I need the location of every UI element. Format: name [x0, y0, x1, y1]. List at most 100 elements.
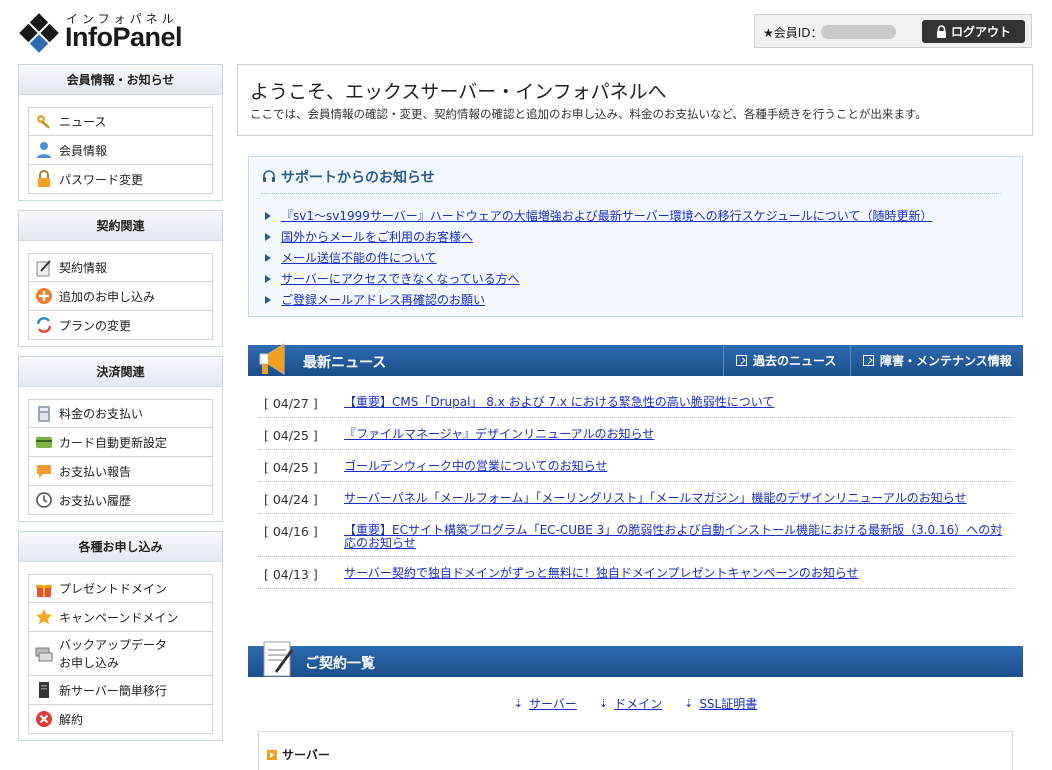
- news-link[interactable]: ゴールデンウィーク中の営業についてのお知らせ: [344, 460, 1009, 473]
- headset-icon: [263, 170, 275, 182]
- sidebar-item-cancel[interactable]: 解約: [28, 705, 213, 734]
- clock-icon: [36, 492, 52, 508]
- sidebar-item-news[interactable]: ニュース: [28, 107, 213, 136]
- sidebar-item-present-domain[interactable]: プレゼントドメイン: [28, 574, 213, 603]
- contracts-title: ご契約一覧: [305, 656, 375, 672]
- cancel-icon: [36, 711, 52, 727]
- document-icon: [263, 641, 294, 677]
- tab-maintenance[interactable]: 障害・メンテナンス情報: [850, 345, 1023, 376]
- news-row: [ 04/25 ] 『ファイルマネージャ』デザインリニューアルのお知らせ: [258, 418, 1013, 450]
- member-id-masked: [821, 25, 896, 39]
- news-row: [ 04/25 ] ゴールデンウィーク中の営業についてのお知らせ: [258, 450, 1013, 482]
- sidebar-item-plan-change[interactable]: プランの変更: [28, 311, 213, 340]
- sidebar-item-server-migration[interactable]: 新サーバー簡単移行: [28, 676, 213, 705]
- sidebar-item-payment-report[interactable]: お支払い報告: [28, 457, 213, 486]
- logo-mark-icon: [19, 13, 59, 53]
- contract-icon: [36, 259, 51, 276]
- news-date: [ 04/25 ]: [264, 428, 318, 443]
- support-item: サーバーにアクセスできなくなっている方へ: [265, 268, 932, 289]
- bullet-arrow-icon: [265, 295, 271, 304]
- support-link[interactable]: 国外からメールをご利用のお客様へ: [281, 228, 473, 245]
- sidebar-item-campaign-domain[interactable]: キャンペーンドメイン: [28, 603, 213, 632]
- anchor-domain[interactable]: ⇣ ドメイン: [599, 695, 662, 712]
- star-icon: [36, 609, 52, 625]
- sidebar-item-label: 新サーバー簡単移行: [59, 683, 167, 698]
- news-link[interactable]: 『ファイルマネージャ』デザインリニューアルのお知らせ: [344, 428, 1009, 441]
- news-date: [ 04/16 ]: [264, 524, 318, 539]
- support-link[interactable]: 『sv1～sv1999サーバー』ハードウェアの大幅増強および最新サーバー環境への…: [281, 207, 932, 224]
- news-link[interactable]: 【重要】CMS「Drupal」 8.x および 7.x における緊急性の高い脆弱…: [344, 396, 1009, 409]
- news-title: 最新ニュース: [303, 355, 387, 371]
- arrow-down-icon: ⇣: [598, 697, 609, 710]
- bullet-arrow-icon: [265, 232, 271, 241]
- logo-title: InfoPanel: [65, 22, 183, 52]
- news-row: [ 04/16 ] 【重要】ECサイト構築プログラム「EC-CUBE 3」の脆弱…: [258, 514, 1013, 557]
- sidebar-section-title: 会員情報・お知らせ: [19, 65, 222, 95]
- sidebar-item-card-auto-renew[interactable]: カード自動更新設定: [28, 428, 213, 457]
- sidebar-item-label: キャンペーンドメイン: [59, 610, 179, 625]
- support-link[interactable]: サーバーにアクセスできなくなっている方へ: [281, 270, 520, 287]
- news-date: [ 04/27 ]: [264, 396, 318, 411]
- support-link[interactable]: メール送信不能の件について: [281, 249, 437, 266]
- anchor-server[interactable]: ⇣ サーバー: [514, 695, 577, 712]
- bullet-arrow-icon: [265, 253, 271, 262]
- news-header: 最新ニュース 過去のニュース 障害・メンテナンス情報: [248, 343, 1023, 376]
- news-link[interactable]: 【重要】ECサイト構築プログラム「EC-CUBE 3」の脆弱性および自動インスト…: [344, 524, 1009, 550]
- link-arrow-icon: [736, 355, 747, 366]
- news-date: [ 04/13 ]: [264, 567, 318, 582]
- anchor-ssl[interactable]: ⇣ SSL証明書: [684, 695, 757, 712]
- sidebar-section-payment: 決済関連 料金のお支払い カード自動更新設定 お支払い報告 お支払い履歴: [18, 356, 223, 522]
- sidebar-item-password[interactable]: パスワード変更: [28, 165, 213, 194]
- sidebar-item-payment[interactable]: 料金のお支払い: [28, 399, 213, 428]
- support-item: 『sv1～sv1999サーバー』ハードウェアの大幅増強および最新サーバー環境への…: [265, 205, 932, 226]
- member-info: ★会員ID： ログアウト: [754, 14, 1032, 48]
- news-link[interactable]: サーバー契約で独自ドメインがずっと無料に！独自ドメインプレゼントキャンペーンのお…: [344, 567, 1009, 580]
- anchor-ssl-label[interactable]: SSL証明書: [699, 695, 757, 712]
- support-title: サポートからのお知らせ: [261, 167, 435, 187]
- sidebar-section-title: 契約関連: [19, 211, 222, 241]
- change-icon: [36, 317, 52, 333]
- sidebar-item-label: バックアップデータ お申し込み: [59, 637, 168, 670]
- sidebar-item-member-info[interactable]: 会員情報: [28, 136, 213, 165]
- contract-anchor-links: ⇣ サーバー ⇣ ドメイン ⇣ SSL証明書: [248, 695, 1023, 712]
- arrow-down-icon: ⇣: [684, 697, 694, 710]
- sidebar-item-label: プランの変更: [59, 318, 132, 333]
- sidebar-item-contract-info[interactable]: 契約情報: [28, 253, 213, 282]
- sidebar-section-title: 決済関連: [19, 357, 222, 387]
- news-date: [ 04/24 ]: [264, 492, 318, 507]
- add-icon: [36, 288, 52, 304]
- sidebar-item-label: カード自動更新設定: [59, 435, 168, 450]
- logo[interactable]: インフォパネル InfoPanel: [18, 8, 218, 54]
- megaphone-icon: [259, 343, 285, 375]
- tab-past-news[interactable]: 過去のニュース: [723, 345, 850, 376]
- tab-maintenance-label: 障害・メンテナンス情報: [880, 354, 1012, 368]
- sidebar-item-label: 追加のお申し込み: [59, 289, 156, 304]
- link-arrow-icon: [863, 355, 874, 366]
- sidebar: 会員情報・お知らせ ニュース 会員情報 パスワード変更 契約関連 契約情報 追加…: [18, 64, 223, 750]
- sidebar-item-payment-history[interactable]: お支払い履歴: [28, 486, 213, 515]
- member-id-label: ★会員ID：: [763, 26, 823, 40]
- server-section-title: サーバー: [267, 746, 330, 763]
- sidebar-item-label: パスワード変更: [59, 172, 144, 187]
- sidebar-section-member: 会員情報・お知らせ ニュース 会員情報 パスワード変更: [18, 64, 223, 201]
- logout-button[interactable]: ログアウト: [922, 20, 1025, 43]
- sidebar-item-additional-order[interactable]: 追加のお申し込み: [28, 282, 213, 311]
- anchor-server-label[interactable]: サーバー: [529, 695, 577, 712]
- sidebar-item-backup-order[interactable]: バックアップデータ お申し込み: [28, 632, 213, 676]
- anchor-domain-label[interactable]: ドメイン: [614, 695, 662, 712]
- key-icon: [37, 114, 50, 129]
- lock-icon: [936, 25, 946, 38]
- news-row: [ 04/13 ] サーバー契約で独自ドメインがずっと無料に！独自ドメインプレゼ…: [258, 557, 1013, 589]
- news-date: [ 04/25 ]: [264, 460, 318, 475]
- logout-label: ログアウト: [950, 25, 1011, 39]
- server-section: サーバー: [258, 731, 1013, 770]
- sidebar-item-label: 解約: [59, 712, 84, 727]
- sidebar-item-label: お支払い履歴: [59, 493, 132, 508]
- sidebar-item-label: 契約情報: [59, 261, 108, 275]
- news-link[interactable]: サーバーパネル「メールフォーム」「メーリングリスト」「メールマガジン」機能のデザ…: [344, 492, 1009, 505]
- sidebar-item-label: 会員情報: [59, 143, 108, 158]
- arrow-down-icon: ⇣: [513, 697, 523, 710]
- support-link[interactable]: ご登録メールアドレス再確認のお願い: [281, 291, 485, 308]
- user-icon: [37, 142, 51, 158]
- card-icon: [36, 437, 52, 448]
